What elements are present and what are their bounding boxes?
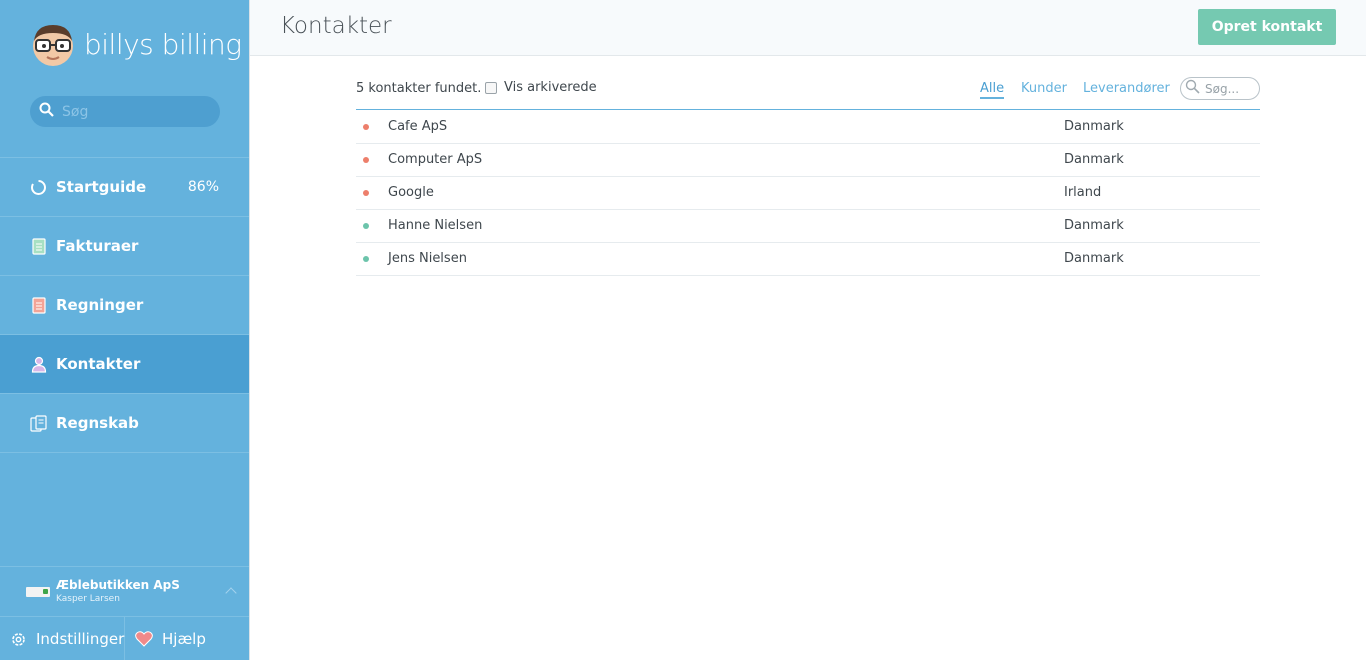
contact-name: Google <box>388 185 434 200</box>
contact-country: Danmark <box>1064 152 1124 167</box>
contact-country: Irland <box>1064 185 1102 200</box>
company-name: Æblebutikken ApS <box>56 578 180 592</box>
sidebar-nav: Startguide 86% Fakturaer Regninger Konta… <box>0 157 249 453</box>
logo[interactable]: billys billing <box>30 20 242 68</box>
ledger-documents-icon <box>30 414 47 432</box>
gear-icon <box>10 631 27 648</box>
contact-name: Jens Nielsen <box>388 251 467 266</box>
settings-label: Indstillinger <box>36 630 125 648</box>
status-dot <box>363 157 369 163</box>
heart-icon <box>135 631 153 647</box>
contacts-count: 5 kontakter fundet. <box>356 81 482 96</box>
contacts-toolbar: 5 kontakter fundet. Vis arkiverede Alle … <box>356 76 1260 110</box>
progress-circle-icon <box>30 179 47 196</box>
billy-face-icon <box>30 21 76 67</box>
search-icon <box>39 102 54 121</box>
sidebar-divider <box>249 0 250 660</box>
sidebar-bottom-bar: Indstillinger Hjælp <box>0 616 249 660</box>
contact-country: Danmark <box>1064 119 1124 134</box>
show-archived-toggle[interactable]: Vis arkiverede <box>485 80 597 95</box>
logo-text: billys billing <box>84 27 242 61</box>
help-label: Hjælp <box>162 630 206 648</box>
sidebar-item-regninger[interactable]: Regninger <box>0 276 249 335</box>
sidebar-item-label: Regninger <box>56 296 144 314</box>
show-archived-checkbox[interactable] <box>485 81 497 94</box>
status-dot <box>363 190 369 196</box>
show-archived-label: Vis arkiverede <box>504 80 597 95</box>
sidebar-item-label: Regnskab <box>56 414 139 432</box>
sidebar-item-regnskab[interactable]: Regnskab <box>0 394 249 453</box>
status-dot <box>363 223 369 229</box>
sidebar-item-label: Startguide <box>56 178 147 196</box>
sidebar: billys billing Startguide 86% Fakturaer … <box>0 0 249 660</box>
company-switcher[interactable]: Æblebutikken ApS Kasper Larsen <box>0 566 249 616</box>
sidebar-item-label: Kontakter <box>56 355 141 373</box>
company-user: Kasper Larsen <box>56 594 120 604</box>
contact-row[interactable]: Google Irland <box>356 177 1260 210</box>
help-button[interactable]: Hjælp <box>125 617 206 660</box>
sidebar-item-fakturaer[interactable]: Fakturaer <box>0 217 249 276</box>
person-icon <box>30 356 47 373</box>
status-dot <box>363 256 369 262</box>
contact-country: Danmark <box>1064 251 1124 266</box>
chevron-up-icon <box>225 587 237 599</box>
contact-row[interactable]: Cafe ApS Danmark <box>356 111 1260 144</box>
search-icon <box>1185 79 1201 98</box>
contact-name: Cafe ApS <box>388 119 448 134</box>
settings-button[interactable]: Indstillinger <box>0 617 125 660</box>
status-dot <box>363 124 369 130</box>
sidebar-item-startguide[interactable]: Startguide 86% <box>0 158 249 217</box>
page-title: Kontakter <box>280 13 392 39</box>
contact-name: Computer ApS <box>388 152 483 167</box>
bill-document-icon <box>30 296 47 314</box>
contacts-search-input[interactable] <box>1205 81 1257 96</box>
filter-tab-customers[interactable]: Kunder <box>1021 81 1067 96</box>
filter-tab-all[interactable]: Alle <box>980 81 1005 99</box>
contacts-search[interactable] <box>1180 77 1260 100</box>
company-logo-icon <box>26 586 50 597</box>
contact-country: Danmark <box>1064 218 1124 233</box>
page-header: Kontakter Opret kontakt <box>250 0 1366 56</box>
contacts-list: Cafe ApS Danmark Computer ApS Danmark Go… <box>356 111 1260 276</box>
contact-name: Hanne Nielsen <box>388 218 483 233</box>
startguide-progress: 86% <box>187 179 219 195</box>
contact-row[interactable]: Jens Nielsen Danmark <box>356 243 1260 276</box>
invoice-document-icon <box>30 237 47 255</box>
contact-row[interactable]: Hanne Nielsen Danmark <box>356 210 1260 243</box>
sidebar-item-kontakter[interactable]: Kontakter <box>0 335 249 394</box>
sidebar-search[interactable] <box>30 96 220 127</box>
sidebar-item-label: Fakturaer <box>56 237 139 255</box>
filter-tab-suppliers[interactable]: Leverandører <box>1083 81 1170 96</box>
create-contact-button[interactable]: Opret kontakt <box>1198 9 1336 45</box>
sidebar-search-input[interactable] <box>62 103 212 120</box>
contact-row[interactable]: Computer ApS Danmark <box>356 144 1260 177</box>
